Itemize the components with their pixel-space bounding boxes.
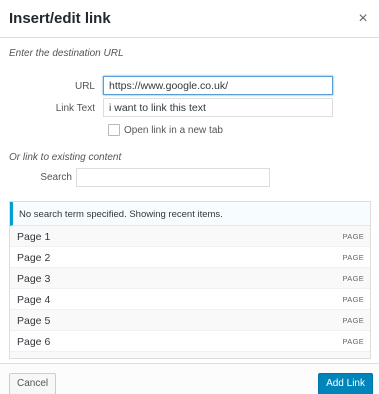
list-item[interactable]: Page 6 PAGE (10, 331, 370, 352)
url-input[interactable] (103, 76, 333, 95)
list-item[interactable]: Page 2 PAGE (10, 247, 370, 268)
existing-content-section-label: Or link to existing content (9, 152, 122, 163)
list-item[interactable]: Page 4 PAGE (10, 289, 370, 310)
list-item-title: Page 3 (17, 273, 51, 285)
open-in-new-tab-label: Open link in a new tab (124, 125, 223, 136)
dialog-footer: Cancel Add Link (0, 363, 379, 394)
list-item-type: PAGE (342, 295, 364, 304)
link-text-label: Link Text (55, 103, 95, 114)
add-link-button[interactable]: Add Link (318, 373, 373, 394)
list-item-title: Page 6 (17, 336, 51, 348)
list-item-partial (10, 352, 370, 358)
list-item-type: PAGE (342, 337, 364, 346)
list-item-type: PAGE (342, 232, 364, 241)
list-item-title: Page 5 (17, 315, 51, 327)
results-notice: No search term specified. Showing recent… (10, 202, 370, 226)
insert-edit-link-dialog: Insert/edit link × Enter the destination… (0, 0, 379, 394)
search-input[interactable] (76, 168, 270, 187)
dialog-header: Insert/edit link × (0, 0, 379, 38)
url-label: URL (74, 81, 95, 92)
list-item[interactable]: Page 3 PAGE (10, 268, 370, 289)
list-item-type: PAGE (342, 316, 364, 325)
list-item-title: Page 2 (17, 252, 51, 264)
search-results-list[interactable]: No search term specified. Showing recent… (9, 201, 371, 359)
list-item-type: PAGE (342, 253, 364, 262)
list-item-type: PAGE (342, 274, 364, 283)
destination-section-label: Enter the destination URL (9, 48, 124, 59)
dialog-title: Insert/edit link (9, 10, 111, 27)
cancel-button[interactable]: Cancel (9, 373, 57, 394)
close-icon[interactable]: × (353, 9, 373, 29)
search-label: Search (40, 172, 72, 183)
list-item-title: Page 4 (17, 294, 51, 306)
list-item-title: Page 1 (17, 231, 51, 243)
link-text-input[interactable] (103, 98, 333, 117)
list-item[interactable]: Page 5 PAGE (10, 310, 370, 331)
open-in-new-tab-checkbox[interactable] (108, 124, 120, 136)
list-item[interactable]: Page 1 PAGE (10, 226, 370, 247)
